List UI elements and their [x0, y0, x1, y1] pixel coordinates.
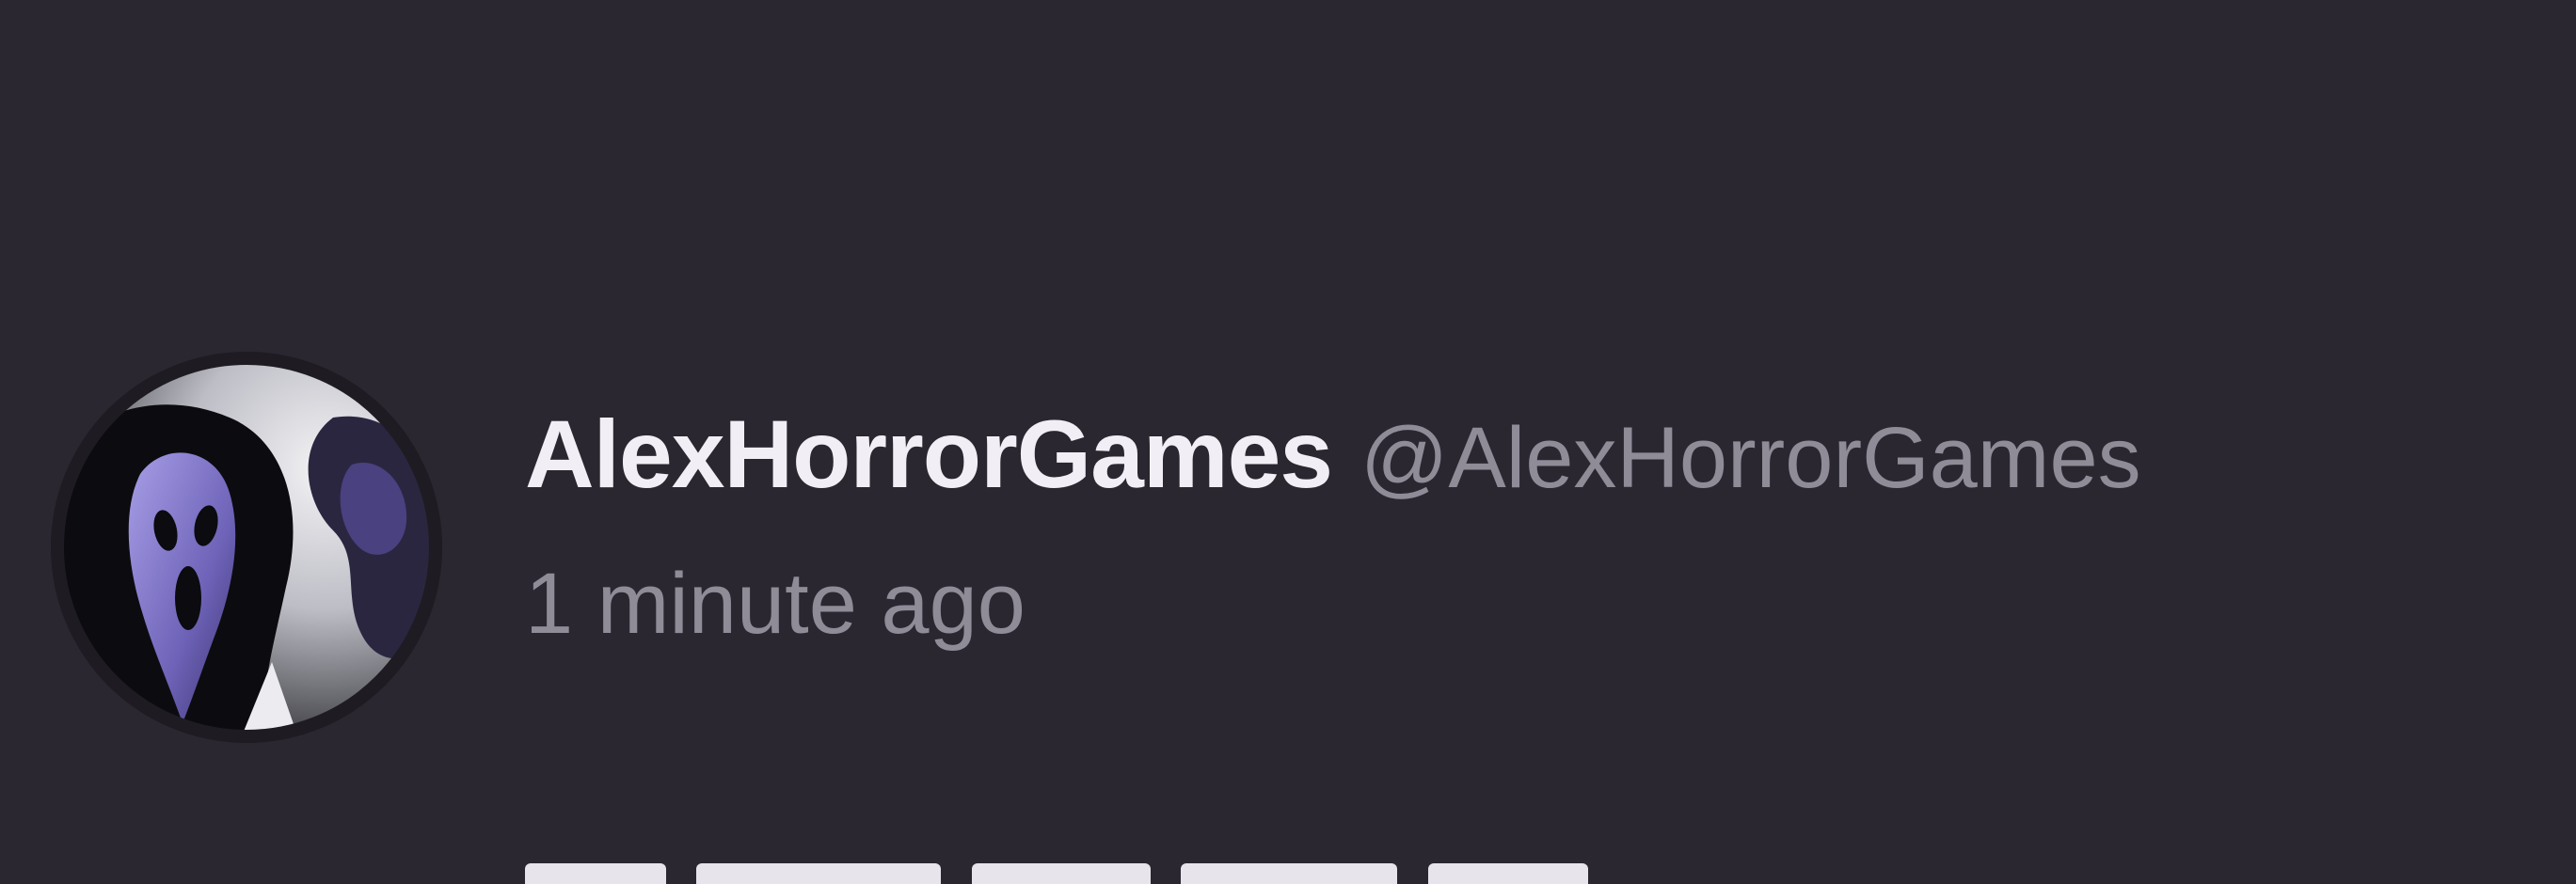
post-body-cutoff — [525, 863, 2501, 884]
text-fragment — [696, 863, 942, 884]
ghostface-mask-icon — [51, 352, 442, 743]
author-handle[interactable]: @AlexHorrorGames — [1360, 410, 2141, 506]
text-fragment — [971, 863, 1151, 884]
post-header: AlexHorrorGames @AlexHorrorGames 1 minute… — [0, 0, 2576, 884]
author-display-name[interactable]: AlexHorrorGames — [525, 401, 1333, 508]
text-fragment — [525, 863, 666, 884]
text-fragment — [1427, 863, 1588, 884]
text-fragment — [1181, 863, 1398, 884]
post-timestamp[interactable]: 1 minute ago — [525, 560, 2141, 647]
avatar[interactable] — [51, 352, 442, 743]
author-name-row: AlexHorrorGames @AlexHorrorGames — [525, 406, 2141, 502]
author-block: AlexHorrorGames @AlexHorrorGames 1 minute… — [525, 406, 2141, 647]
